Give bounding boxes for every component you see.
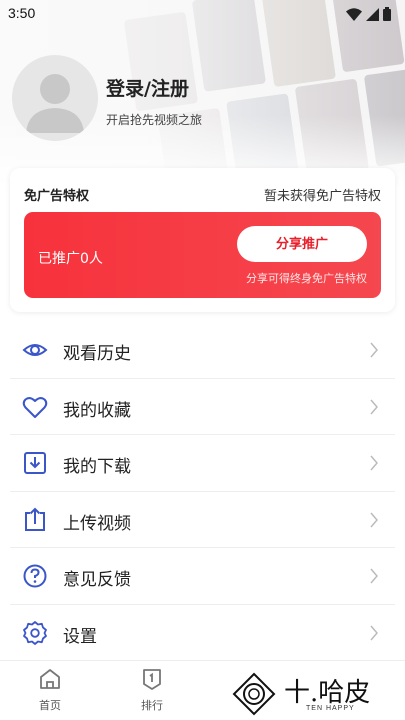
eye-icon <box>22 344 48 356</box>
gear-icon <box>23 620 47 645</box>
watermark-subtext: TEN HAPPY <box>306 705 355 712</box>
menu-label: 设置 <box>63 626 97 647</box>
menu-label: 意见反馈 <box>63 570 131 590</box>
signal-icon <box>366 7 379 21</box>
nav-item-ranking[interactable]: 排行 <box>122 667 182 713</box>
login-subtitle: 开启抢先视频之旅 <box>106 113 203 127</box>
login-register-link[interactable]: 登录/注册 <box>106 74 189 101</box>
watermark-logo: 十.哈皮 TEN HAPPY <box>232 672 402 718</box>
watermark-text: 十.哈皮 <box>284 678 371 708</box>
menu-item-history[interactable]: 观看历史 <box>10 322 395 379</box>
status-bar: 3:50 <box>0 0 405 28</box>
download-icon <box>24 452 46 474</box>
menu-item-downloads[interactable]: 我的下载 <box>10 435 395 492</box>
question-icon <box>23 564 47 588</box>
menu-item-favorites[interactable]: 我的收藏 <box>10 379 395 435</box>
chevron-right-icon <box>370 568 378 584</box>
status-time: 3:50 <box>8 5 36 21</box>
menu-list: 观看历史 我的收藏 我的下载 上传视频 意见反馈 设置 <box>10 322 395 661</box>
promo-box: 已推广0人 分享推广 分享可得终身免广告特权 <box>24 212 381 298</box>
wifi-icon <box>346 7 362 21</box>
menu-item-feedback[interactable]: 意见反馈 <box>10 548 395 605</box>
diamond-logo-icon <box>232 672 276 716</box>
menu-label: 我的下载 <box>63 457 131 477</box>
heart-icon <box>22 396 48 418</box>
share-promote-button[interactable]: 分享推广 <box>237 226 367 262</box>
chevron-right-icon <box>370 625 378 640</box>
chevron-right-icon <box>370 342 378 358</box>
user-placeholder-icon <box>26 74 84 133</box>
chevron-right-icon <box>370 455 378 471</box>
chevron-right-icon <box>370 399 378 414</box>
battery-icon <box>383 7 391 21</box>
ranking-icon <box>143 669 161 690</box>
menu-label: 观看历史 <box>63 344 131 364</box>
adfree-title: 免广告特权 <box>24 189 90 204</box>
menu-item-settings[interactable]: 设置 <box>10 605 395 661</box>
promo-note: 分享可得终身免广告特权 <box>246 272 367 285</box>
menu-label: 上传视频 <box>63 513 131 534</box>
promo-count: 已推广0人 <box>38 251 103 267</box>
nav-label: 首页 <box>39 699 61 712</box>
chevron-right-icon <box>370 512 378 527</box>
adfree-status: 暂未获得免广告特权 <box>263 189 381 204</box>
nav-item-home[interactable]: 首页 <box>20 667 80 713</box>
avatar[interactable] <box>12 55 98 141</box>
upload-icon <box>25 507 45 531</box>
adfree-card: 免广告特权 暂未获得免广告特权 已推广0人 分享推广 分享可得终身免广告特权 <box>10 168 395 312</box>
home-icon <box>40 669 60 689</box>
nav-label: 排行 <box>141 699 163 712</box>
menu-label: 我的收藏 <box>63 400 131 421</box>
menu-item-upload[interactable]: 上传视频 <box>10 492 395 548</box>
